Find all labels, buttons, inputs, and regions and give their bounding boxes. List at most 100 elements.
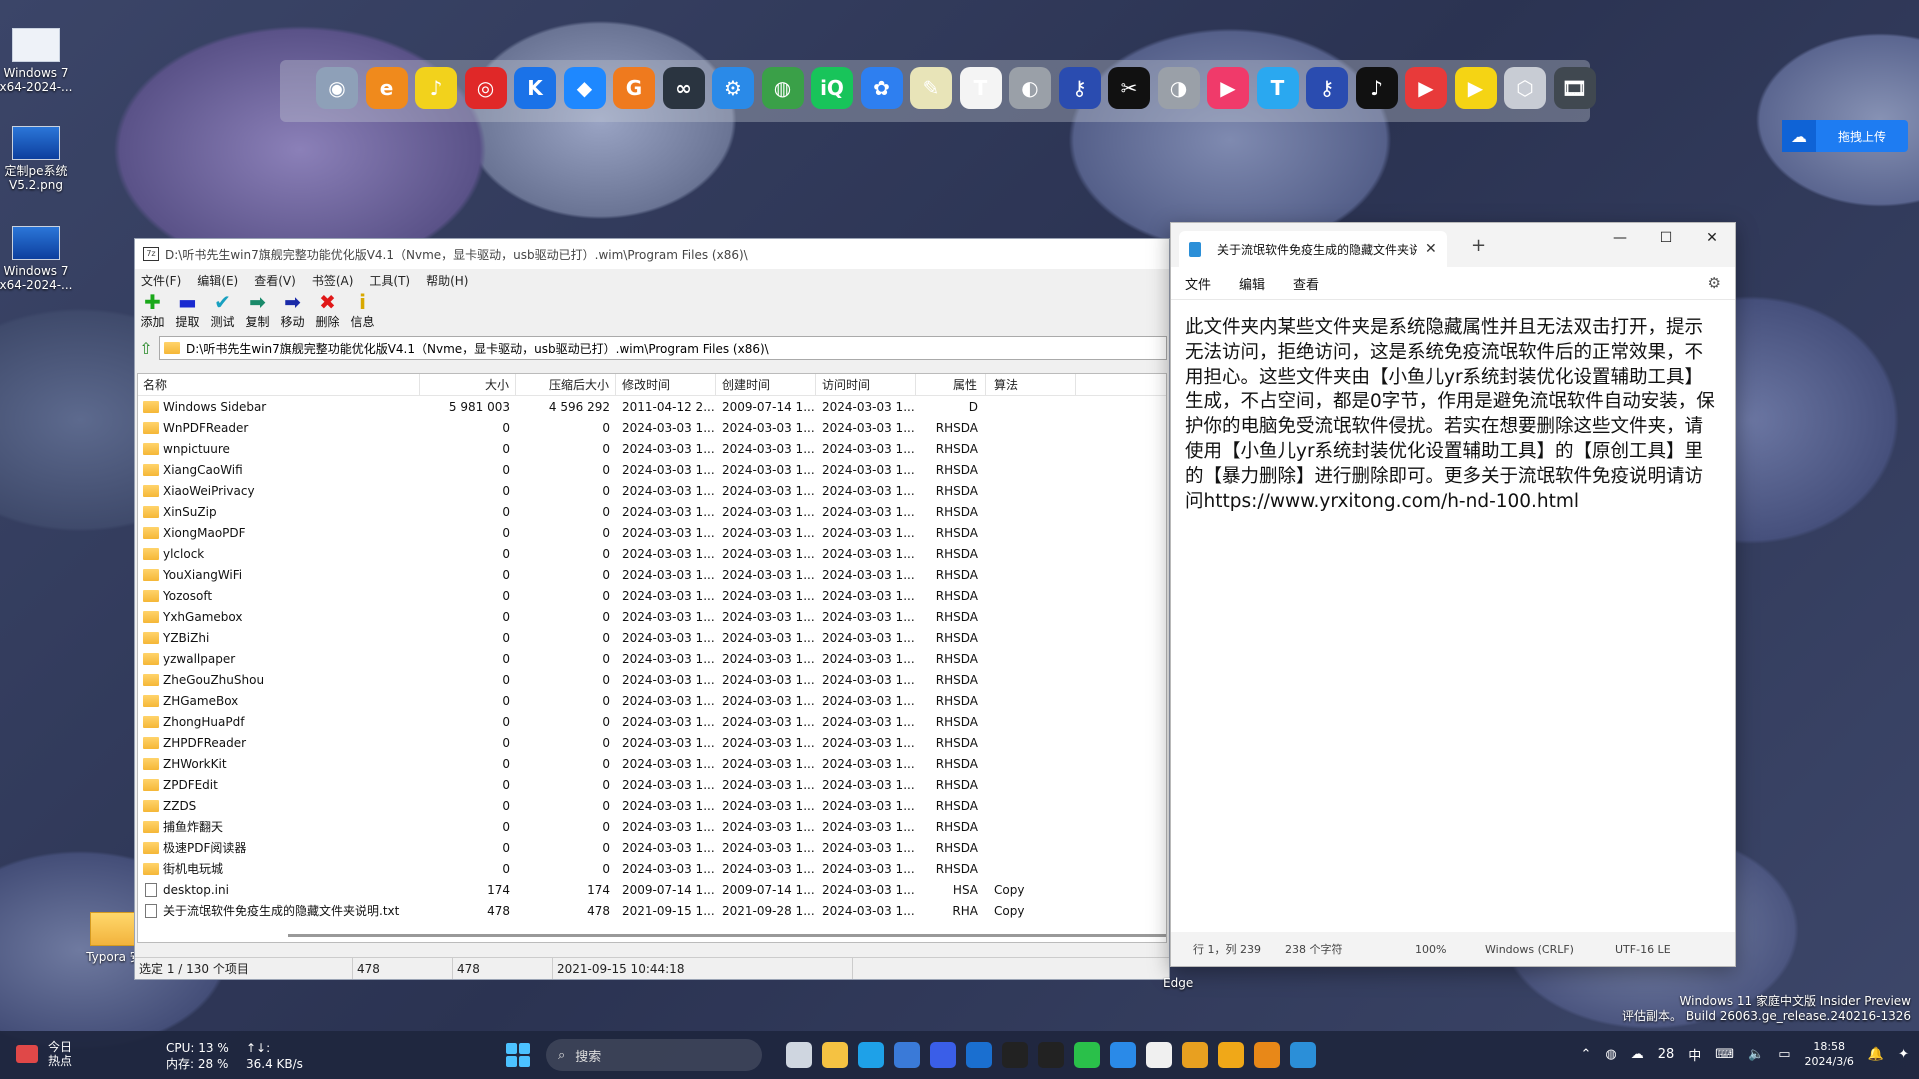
table-row[interactable]: 街机电玩城 0 0 2024-03-03 1... 2024-03-03 1... 202… <box>138 858 1166 879</box>
key2-icon[interactable]: ⚷ <box>1306 67 1348 109</box>
bolt-app-icon[interactable] <box>1218 1042 1244 1068</box>
table-row[interactable]: XiaoWeiPrivacy 0 0 2024-03-03 1... 2024-03-0… <box>138 480 1166 501</box>
table-row[interactable]: XiangCaoWifi 0 0 2024-03-03 1... 2024-03-03 … <box>138 459 1166 480</box>
col-method[interactable]: 算法 <box>986 374 1076 395</box>
volume-icon[interactable]: 🔈 <box>1748 1047 1764 1062</box>
qq-tray-icon[interactable]: ◍ <box>1605 1047 1616 1062</box>
new-tab-button[interactable]: + <box>1471 235 1486 256</box>
desktop-icon-vm1[interactable]: Windows 7 x64-2024-... <box>0 28 74 94</box>
maximize-button[interactable]: ☐ <box>1643 223 1689 253</box>
film-icon[interactable]: 🎞 <box>1553 67 1596 109</box>
table-row[interactable]: 极速PDF阅读器 0 0 2024-03-03 1... 2024-03-03 1...… <box>138 837 1166 858</box>
player-icon[interactable]: ▶ <box>1454 67 1497 109</box>
toolbar-move-button[interactable]: ➡ 移动 <box>279 291 306 331</box>
sevenzip-icon[interactable] <box>1146 1042 1172 1068</box>
video-icon[interactable]: ▶ <box>1207 67 1249 109</box>
minimize-button[interactable]: — <box>1597 223 1643 253</box>
store-icon[interactable] <box>894 1042 920 1068</box>
table-row[interactable]: XinSuZip 0 0 2024-03-03 1... 2024-03-03 1...… <box>138 501 1166 522</box>
table-row[interactable]: ZHGameBox 0 0 2024-03-03 1... 2024-03-03 1..… <box>138 690 1166 711</box>
music-icon[interactable]: ♪ <box>415 67 457 109</box>
notepad-icon[interactable] <box>1290 1042 1316 1068</box>
disk2-icon[interactable]: ◑ <box>1157 67 1200 109</box>
col-size[interactable]: 大小 <box>420 374 516 395</box>
disk-icon[interactable]: ◐ <box>1009 67 1051 109</box>
chevron-up-icon[interactable]: ⌃ <box>1580 1047 1591 1062</box>
zip-titlebar[interactable]: 7z D:\听书先生win7旗舰完整功能优化版V4.1（Nvme，显卡驱动，us… <box>135 239 1169 269</box>
desktop-icon-pe-png[interactable]: 定制pe系统V5.2.png <box>0 126 74 192</box>
edge-legacy-icon[interactable]: e <box>365 67 408 109</box>
menu-edit[interactable]: 编辑 <box>1239 274 1265 293</box>
col-modified[interactable]: 修改时间 <box>616 374 716 395</box>
tiktok-icon[interactable]: ♪ <box>1355 67 1398 109</box>
table-row[interactable]: Windows Sidebar 5 981 003 4 596 292 2011-04… <box>138 396 1166 417</box>
window-app-icon[interactable] <box>1254 1042 1280 1068</box>
kugou-icon[interactable]: K <box>514 67 556 109</box>
iqiyi-icon[interactable]: iQ <box>811 67 853 109</box>
table-row[interactable]: YxhGamebox 0 0 2024-03-03 1... 2024-03-03 1.… <box>138 606 1166 627</box>
cloud-icon[interactable]: ✿ <box>860 67 903 109</box>
copilot-icon[interactable]: ✦ <box>1898 1047 1909 1062</box>
pen-app-icon[interactable] <box>930 1042 956 1068</box>
status-zoom[interactable]: 100% <box>1393 943 1463 956</box>
g-app-icon[interactable]: G <box>613 67 655 109</box>
close-button[interactable]: ✕ <box>1689 223 1735 253</box>
globe-icon[interactable]: ◍ <box>761 67 804 109</box>
close-tab-icon[interactable]: ✕ <box>1425 241 1437 257</box>
toolbar-copy-button[interactable]: ➡ 复制 <box>244 291 271 331</box>
menu-file[interactable]: 文件 <box>1185 274 1211 293</box>
notification-bell-icon[interactable]: 🔔 <box>1868 1047 1884 1062</box>
start-button[interactable] <box>506 1043 530 1067</box>
toolbar-test-button[interactable]: ✔ 测试 <box>209 291 236 331</box>
table-row[interactable]: yzwallpaper 0 0 2024-03-03 1... 2024-03-03 1… <box>138 648 1166 669</box>
diamond-icon[interactable]: ◆ <box>563 67 606 109</box>
toolbar-info-button[interactable]: i 信息 <box>349 291 376 331</box>
brush-icon[interactable]: ✎ <box>910 67 952 109</box>
news-widget[interactable]: 今日 热点 <box>16 1040 72 1068</box>
edge-icon[interactable] <box>858 1042 884 1068</box>
settings-gear-icon[interactable]: ⚙ <box>1708 274 1721 292</box>
file-explorer-icon[interactable] <box>822 1042 848 1068</box>
box-icon[interactable]: ⬡ <box>1504 67 1546 109</box>
toolbar-extract-button[interactable]: ▬ 提取 <box>174 291 201 331</box>
menu-view[interactable]: 查看(V) <box>254 272 296 289</box>
drag-upload-button[interactable]: ☁ 拖拽上传 <box>1782 120 1908 152</box>
horizontal-scrollbar[interactable] <box>288 934 1166 937</box>
onedrive-icon[interactable]: ☁ <box>1631 1047 1644 1062</box>
play-store-icon[interactable]: ▶ <box>1405 67 1447 109</box>
col-attributes[interactable]: 属性 <box>916 374 986 395</box>
record-icon[interactable]: ◉ <box>316 67 358 109</box>
notepad-tab[interactable]: 关于流氓软件免疫生成的隐藏文件夹说明 ✕ <box>1179 231 1447 267</box>
menu-edit[interactable]: 编辑(E) <box>197 272 238 289</box>
table-row[interactable]: WnPDFReader 0 0 2024-03-03 1... 2024-03-03 1… <box>138 417 1166 438</box>
table-row[interactable]: ZPDFEdit 0 0 2024-03-03 1... 2024-03-03 1...… <box>138 774 1166 795</box>
table-row[interactable]: YZBiZhi 0 0 2024-03-03 1... 2024-03-03 1... 2… <box>138 627 1166 648</box>
menu-file[interactable]: 文件(F) <box>141 272 181 289</box>
toolbar-add-button[interactable]: ✚ 添加 <box>139 291 166 331</box>
table-row[interactable]: ylclock 0 0 2024-03-03 1... 2024-03-03 1... 2… <box>138 543 1166 564</box>
table-row[interactable]: 关于流氓软件免疫生成的隐藏文件夹说明.txt 478 478 2021-09-15 1… <box>138 900 1166 921</box>
col-created[interactable]: 创建时间 <box>716 374 816 395</box>
link-icon[interactable]: ∞ <box>662 67 705 109</box>
table-row[interactable]: ZHPDFReader 0 0 2024-03-03 1... 2024-03-03 1… <box>138 732 1166 753</box>
battery-icon[interactable]: ▭ <box>1778 1047 1790 1062</box>
ime-indicator[interactable]: 中 <box>1688 1045 1701 1064</box>
table-row[interactable]: desktop.ini 174 174 2009-07-14 1... 2009-07-… <box>138 879 1166 900</box>
taskbar-search[interactable]: ⌕ 搜索 <box>546 1039 762 1071</box>
desktop-icon-vm2[interactable]: Windows 7 x64-2024-... <box>0 226 74 292</box>
status-encoding[interactable]: UTF-16 LE <box>1593 943 1693 956</box>
network-icon[interactable]: ⌨ <box>1715 1047 1734 1062</box>
table-row[interactable]: 捕鱼炸翻天 0 0 2024-03-03 1... 2024-03-03 1... 202… <box>138 816 1166 837</box>
table-row[interactable]: ZhongHuaPdf 0 0 2024-03-03 1... 2024-03-03 1… <box>138 711 1166 732</box>
table-row[interactable]: wnpictuure 0 0 2024-03-03 1... 2024-03-03 1.… <box>138 438 1166 459</box>
t-app-icon[interactable]: T <box>1256 67 1299 109</box>
clock[interactable]: 18:58 2024/3/6 <box>1805 1039 1854 1069</box>
qq2-icon[interactable] <box>1038 1042 1064 1068</box>
up-folder-icon[interactable]: ⇧ <box>137 339 155 358</box>
table-row[interactable]: ZheGouZhuShou 0 0 2024-03-03 1... 2024-03-03… <box>138 669 1166 690</box>
key-icon[interactable]: ⚷ <box>1058 67 1101 109</box>
menu-help[interactable]: 帮助(H) <box>426 272 468 289</box>
col-packed[interactable]: 压缩后大小 <box>516 374 616 395</box>
qq-icon[interactable] <box>1002 1042 1028 1068</box>
table-row[interactable]: Yozosoft 0 0 2024-03-03 1... 2024-03-03 1...… <box>138 585 1166 606</box>
